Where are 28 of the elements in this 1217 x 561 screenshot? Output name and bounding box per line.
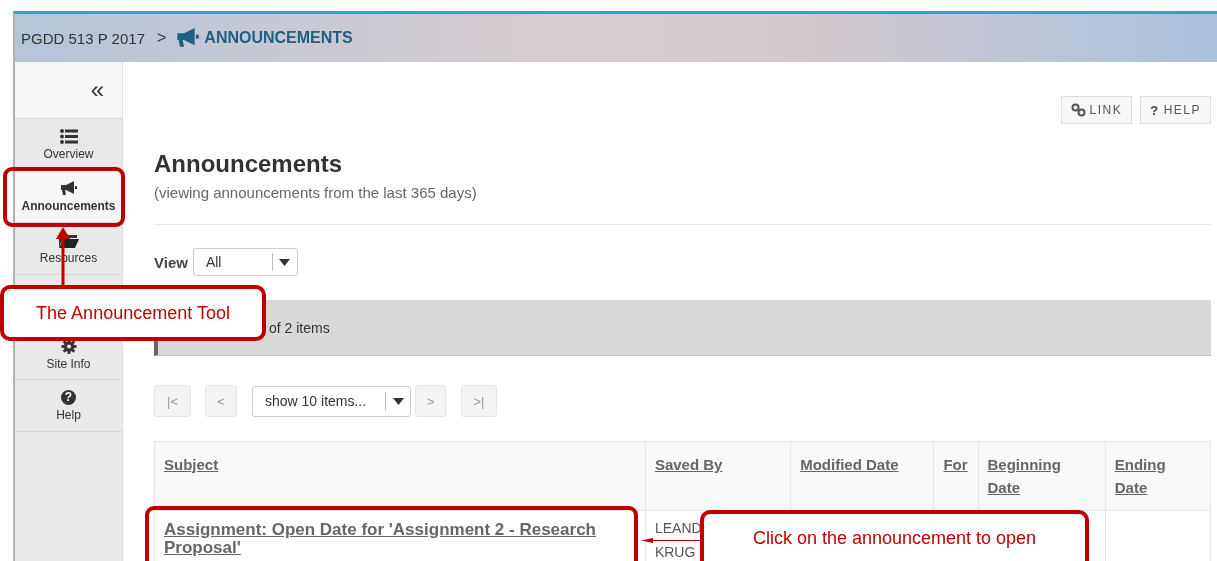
column-header[interactable]: For [943,453,968,476]
table-cell: KRUG [654,544,696,561]
page-title: Announcements [154,150,343,178]
column-header[interactable]: Saved By [654,453,723,476]
megaphone-icon [59,180,78,196]
collapse-button[interactable]: « [90,78,104,102]
breadcrumb-site[interactable]: PGDD 513 P 2017 [21,29,145,47]
page-size-dropdown[interactable]: show 10 items... [252,385,411,417]
link-icon [1070,103,1086,117]
table-cell: LEAND [654,520,702,537]
view-dropdown[interactable]: All [192,248,298,276]
caret-icon [279,258,291,266]
callout-box: Click on the announcement to open [700,510,1089,561]
page-subtitle: (viewing announcements from the last 365 days) [154,184,1211,225]
view-label: View [154,253,188,271]
breadcrumb-separator: > [157,29,167,47]
callout-box: The Announcement Tool [0,285,266,341]
sidebar-item[interactable]: Site Info [15,339,122,380]
help-button[interactable]: ? HELP [1140,96,1211,124]
link-button[interactable]: LINK [1060,96,1133,124]
sidebar-item[interactable]: Announcements [15,171,122,223]
breadcrumb-tool: ANNOUNCEMENTS [204,29,353,47]
list-icon [59,128,78,144]
caret-icon [392,397,404,405]
megaphone-icon [176,28,201,48]
arrow-line [641,538,703,543]
help-icon: ? [61,389,76,405]
column-header[interactable]: Subject [164,453,219,476]
